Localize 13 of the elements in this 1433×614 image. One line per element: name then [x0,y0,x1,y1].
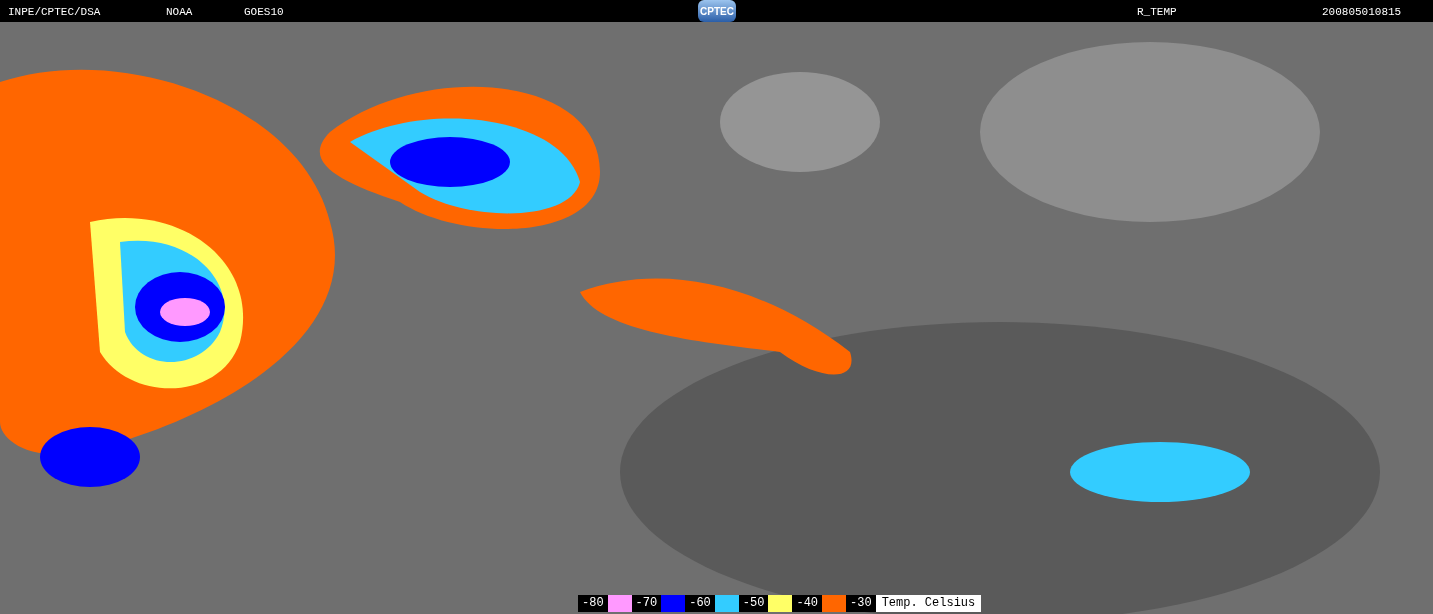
legend-value: -50 [738,595,769,612]
legend-value: -60 [685,595,715,612]
agency-label: NOAA [166,5,193,20]
source-label: INPE/CPTEC/DSA [8,5,101,20]
timestamp-label: 200805010815 [1322,5,1402,20]
legend-value: -80 [578,595,608,612]
legend-value: -40 [792,595,823,612]
logo: CPTEC [698,0,736,22]
legend-unit: Temp. Celsius [875,595,982,612]
satellite-label: GOES10 [244,5,284,20]
legend-value: -30 [846,595,876,612]
product-label: R_TEMP [1137,5,1177,20]
legend-value: -70 [631,595,662,612]
